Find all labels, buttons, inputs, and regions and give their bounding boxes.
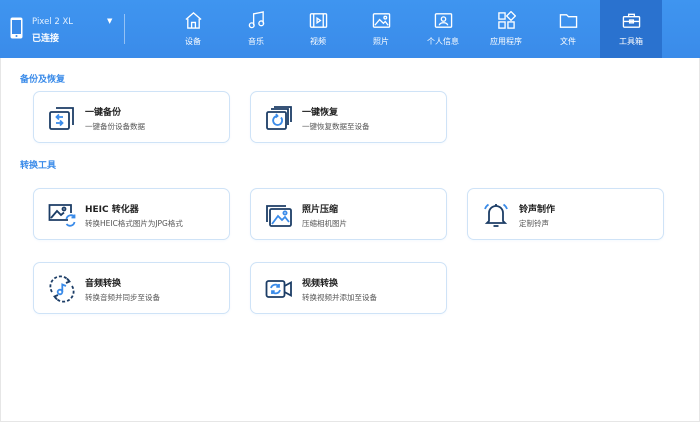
card-description: 一键恢复数据至设备	[302, 122, 370, 131]
card-title: HEIC 转化器	[85, 205, 139, 215]
tab-label: 照片	[373, 37, 389, 46]
contact-card-icon	[434, 13, 453, 28]
tab-label: 个人信息	[427, 37, 459, 46]
ringtone-maker-card[interactable]: 铃声制作 定制铃声	[467, 188, 664, 240]
photo-icon	[372, 13, 391, 28]
card-title: 铃声制作	[519, 205, 556, 215]
heic-converter-card[interactable]: HEIC 转化器 转换HEIC格式图片为JPG格式	[33, 188, 230, 240]
card-title: 视频转换	[302, 279, 339, 289]
tab-apps[interactable]: 应用程序	[475, 0, 537, 58]
heic-convert-icon	[48, 204, 76, 227]
backup-card[interactable]: 一键备份 一键备份设备数据	[33, 91, 230, 143]
section-title-backup: 备份及恢复	[20, 75, 66, 85]
tab-toolbox[interactable]: 工具箱	[600, 0, 662, 58]
bell-icon	[484, 203, 508, 227]
tab-label: 应用程序	[490, 37, 522, 46]
tab-label: 文件	[560, 37, 576, 46]
video-icon	[309, 13, 328, 28]
card-title: 一键备份	[85, 108, 122, 118]
card-description: 转换视频并添加至设备	[302, 293, 377, 302]
toolbox-panel: 备份及恢复 一键备份 一键备份设备数据 一键恢复 一键恢复数据至设备 转换工具	[0, 58, 700, 422]
card-title: 照片压缩	[302, 205, 339, 215]
apps-icon	[498, 11, 516, 29]
folder-icon	[559, 14, 578, 28]
card-title: 一键恢复	[302, 108, 339, 118]
card-description: 转换HEIC格式图片为JPG格式	[85, 219, 183, 228]
tab-label: 音乐	[248, 37, 264, 46]
restore-icon	[266, 106, 292, 130]
tab-label: 工具箱	[619, 37, 643, 46]
tab-photos[interactable]: 照片	[350, 0, 412, 58]
tab-files[interactable]: 文件	[537, 0, 599, 58]
music-icon	[248, 11, 265, 29]
tab-label: 设备	[185, 37, 201, 46]
divider	[124, 14, 125, 44]
audio-convert-icon	[49, 275, 75, 303]
audio-convert-card[interactable]: 音频转换 转换音频并同步至设备	[33, 262, 230, 314]
video-convert-icon	[265, 280, 292, 298]
card-description: 压缩相机图片	[302, 219, 347, 228]
phone-icon	[10, 17, 23, 39]
photo-compress-card[interactable]: 照片压缩 压缩相机图片	[250, 188, 447, 240]
tab-contacts[interactable]: 个人信息	[412, 0, 474, 58]
restore-card[interactable]: 一键恢复 一键恢复数据至设备	[250, 91, 447, 143]
tab-video[interactable]: 视频	[287, 0, 349, 58]
chevron-down-icon[interactable]: ▼	[107, 17, 112, 25]
card-description: 转换音频并同步至设备	[85, 293, 160, 302]
backup-icon	[49, 107, 74, 130]
toolbox-icon	[622, 13, 641, 28]
tab-music[interactable]: 音乐	[225, 0, 287, 58]
section-title-convert: 转换工具	[20, 161, 57, 171]
video-convert-card[interactable]: 视频转换 转换视频并添加至设备	[250, 262, 447, 314]
card-title: 音频转换	[85, 279, 122, 289]
photo-compress-icon	[266, 205, 292, 227]
tab-device[interactable]: 设备	[162, 0, 224, 58]
card-description: 定制铃声	[519, 219, 549, 228]
tab-label: 视频	[310, 37, 326, 46]
home-icon	[185, 12, 202, 29]
device-status: 已连接	[32, 34, 60, 44]
card-description: 一键备份设备数据	[85, 122, 145, 131]
device-selector[interactable]: Pixel 2 XL 已连接 ▼	[0, 0, 126, 58]
device-name: Pixel 2 XL	[32, 17, 74, 27]
top-bar: Pixel 2 XL 已连接 ▼ 设备 音乐 视频 照片 个人信息 应用程序 文…	[0, 0, 700, 58]
